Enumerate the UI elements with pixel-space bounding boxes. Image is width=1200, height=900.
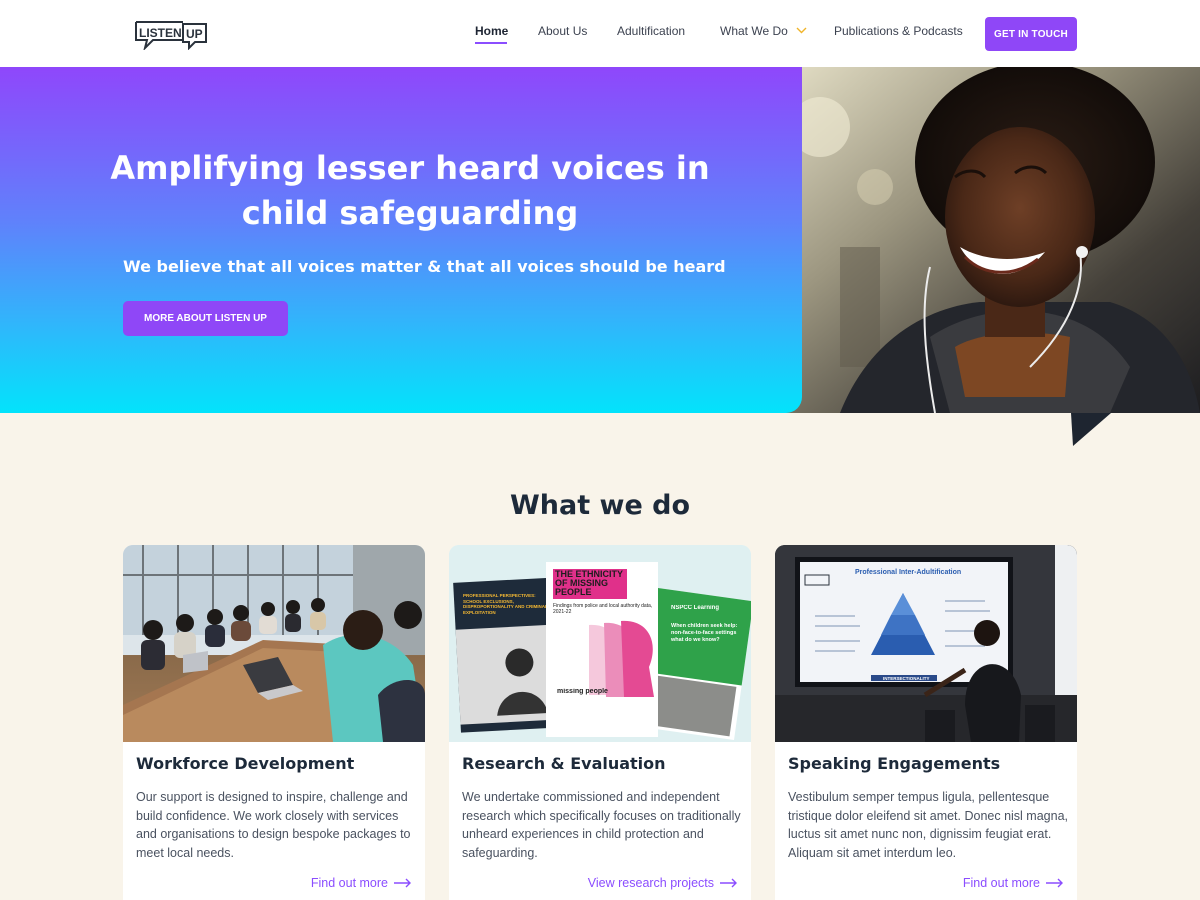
research-reports-image: PROFESSIONAL PERSPECTIVES: SCHOOL EXCLUS… [449,545,751,742]
slide-title: Professional Inter-Adultification [855,569,962,576]
card-title: Workforce Development [136,754,355,773]
nav-adultification[interactable]: Adultification [617,24,685,38]
listen-up-logo[interactable]: LISTEN UP [133,18,209,50]
speech-bubble-tail [1071,413,1111,446]
report2-title: THE ETHNICITY OF MISSING PEOPLE [555,570,623,597]
card-description: Our support is designed to inspire, chal… [136,790,411,860]
nav-what-we-do-label: What We Do [720,24,788,38]
card-description: We undertake commissioned and independen… [462,790,741,860]
report2-subtitle: Findings from police and local authority… [553,603,653,615]
meeting-room-photo [123,545,425,742]
report3-brand: NSPCC Learning [671,605,720,611]
nav-publications-podcasts[interactable]: Publications & Podcasts [834,24,963,38]
slide-footer: INTERSECTIONALITY [883,676,930,681]
logo-text-right: UP [186,27,203,41]
link-label: Find out more [310,876,388,890]
nav-about-us[interactable]: About Us [538,24,587,38]
report1-title: PROFESSIONAL PERSPECTIVES: SCHOOL EXCLUS… [463,593,548,615]
card-speaking-engagements: Professional Inter-Adultification INTERS… [775,545,1077,900]
view-research-projects-link[interactable]: View research projects [588,876,738,890]
hero-banner [0,67,802,413]
chevron-down-icon [796,27,807,34]
get-in-touch-button[interactable]: GET IN TOUCH [985,17,1077,51]
nav-home[interactable]: Home [475,24,508,38]
report2-brand: missing people [557,688,608,695]
speaking-event-photo: Professional Inter-Adultification INTERS… [775,545,1077,742]
find-out-more-link[interactable]: Find out more [963,876,1064,890]
nav-what-we-do[interactable]: What We Do [720,24,807,38]
arrow-right-icon [1046,878,1063,888]
arrow-right-icon [720,878,737,888]
link-label: Find out more [962,876,1040,890]
card-description: Vestibulum semper tempus ligula, pellent… [788,790,1069,860]
hero-title: Amplifying lesser heard voices in child … [110,149,710,232]
section-title: What we do [509,490,691,521]
card-research-evaluation: PROFESSIONAL PERSPECTIVES: SCHOOL EXCLUS… [449,545,751,900]
find-out-more-link[interactable]: Find out more [311,876,412,890]
logo-text-left: LISTEN [139,26,182,40]
link-label: View research projects [587,876,714,890]
card-title: Research & Evaluation [462,754,666,773]
hero-subtitle: We believe that all voices matter & that… [123,257,726,276]
card-title: Speaking Engagements [788,754,1001,773]
more-about-listen-up-button[interactable]: MORE ABOUT LISTEN UP [123,301,288,336]
hero-photo-woman-smiling [780,67,1200,413]
site-header: LISTEN UP Home About Us Adultification W… [0,0,1200,67]
arrow-right-icon [394,878,411,888]
report3-title: When children seek help: non-face-to-fac… [671,623,738,643]
nav-active-indicator [475,42,507,44]
card-workforce-development: Workforce Development Our support is des… [123,545,425,900]
